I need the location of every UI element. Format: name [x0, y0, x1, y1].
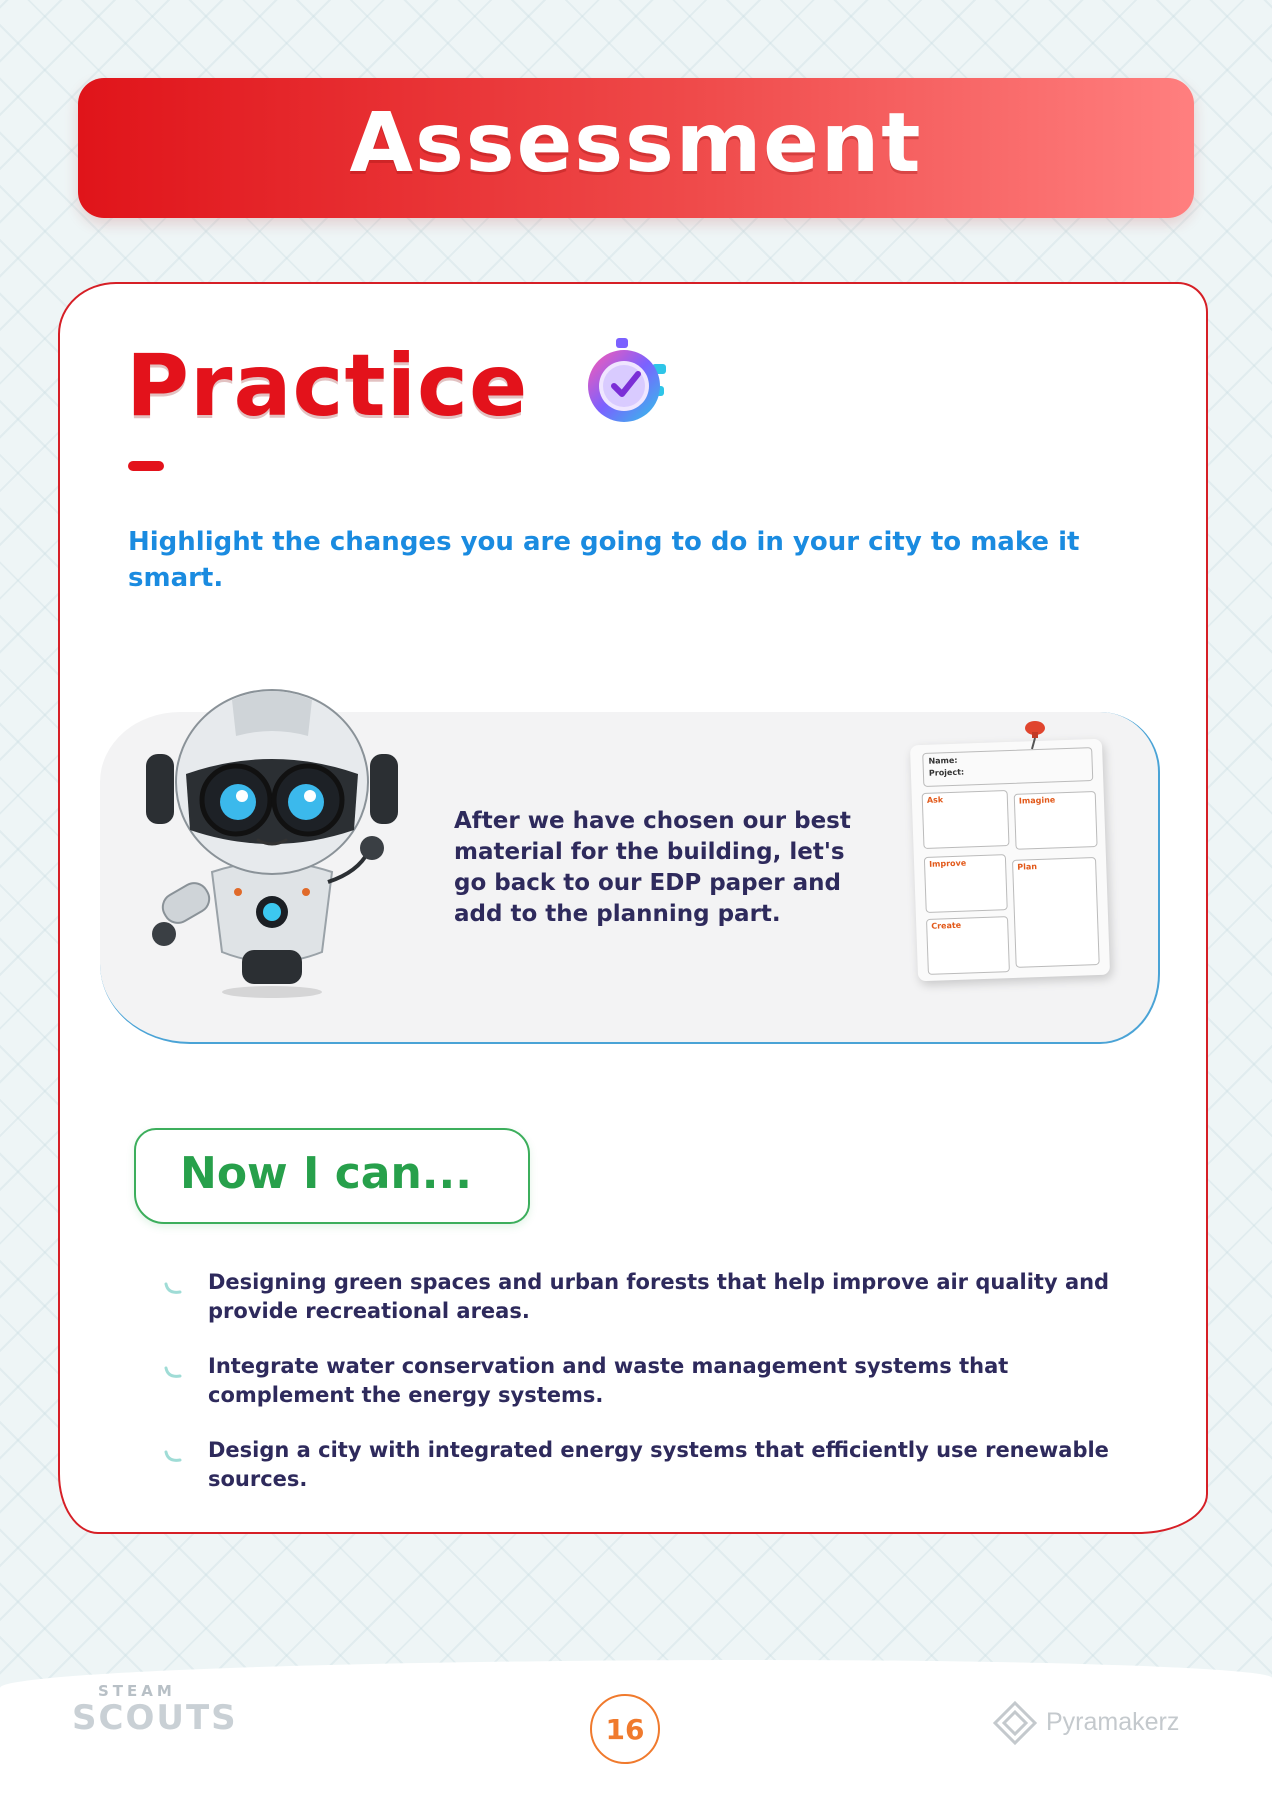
outcomes-list: Designing green spaces and urban forests… [164, 1268, 1124, 1520]
list-item: Integrate water conservation and waste m… [164, 1352, 1124, 1410]
header-banner: Assessment [78, 78, 1194, 218]
robot-mascot-illustration [146, 689, 398, 998]
list-item: Designing green spaces and urban forests… [164, 1268, 1124, 1326]
edp-cell-create: Create [926, 916, 1010, 975]
bullet-arc-icon [164, 1450, 182, 1462]
push-pin-icon [1025, 721, 1045, 750]
edp-sheet: Name: Project: Ask Imagine Improve Plan … [909, 738, 1111, 982]
page-title: Assessment [349, 96, 923, 191]
edp-cell-imagine: Imagine [1013, 790, 1098, 850]
list-item-text: Integrate water conservation and waste m… [208, 1354, 1009, 1407]
list-item-text: Designing green spaces and urban forests… [208, 1270, 1110, 1323]
list-item: Design a city with integrated energy sys… [164, 1436, 1124, 1494]
info-text: After we have chosen our best material f… [454, 808, 851, 927]
page-number: 16 [590, 1694, 660, 1764]
title-underline [128, 461, 164, 471]
edp-cell-ask: Ask [921, 790, 1010, 850]
steam-scouts-logo: STEAM SCOUTS [72, 1682, 236, 1746]
list-item-text: Design a city with integrated energy sys… [208, 1438, 1109, 1491]
logo-bottom-text: SCOUTS [72, 1698, 238, 1738]
section-title: Practice [126, 336, 529, 436]
edp-cell-plan: Plan [1011, 856, 1100, 968]
pyramakerz-text: Pyramakerz [1046, 1708, 1180, 1736]
pyramakerz-logo: Pyramakerz [988, 1700, 1208, 1746]
bullet-arc-icon [164, 1282, 182, 1294]
edp-header: Name: Project: [922, 747, 1094, 787]
now-i-can-label: Now I can... [180, 1148, 472, 1199]
instruction-text: Highlight the changes you are going to d… [128, 527, 1080, 593]
edp-cell-improve: Improve [923, 854, 1008, 913]
clock-check-icon [588, 338, 666, 422]
pyramid-logo-icon [992, 1700, 1038, 1746]
bullet-arc-icon [164, 1366, 182, 1378]
now-i-can-box: Now I can... [134, 1128, 530, 1224]
edp-paper-illustration: Name: Project: Ask Imagine Improve Plan … [906, 721, 1120, 988]
